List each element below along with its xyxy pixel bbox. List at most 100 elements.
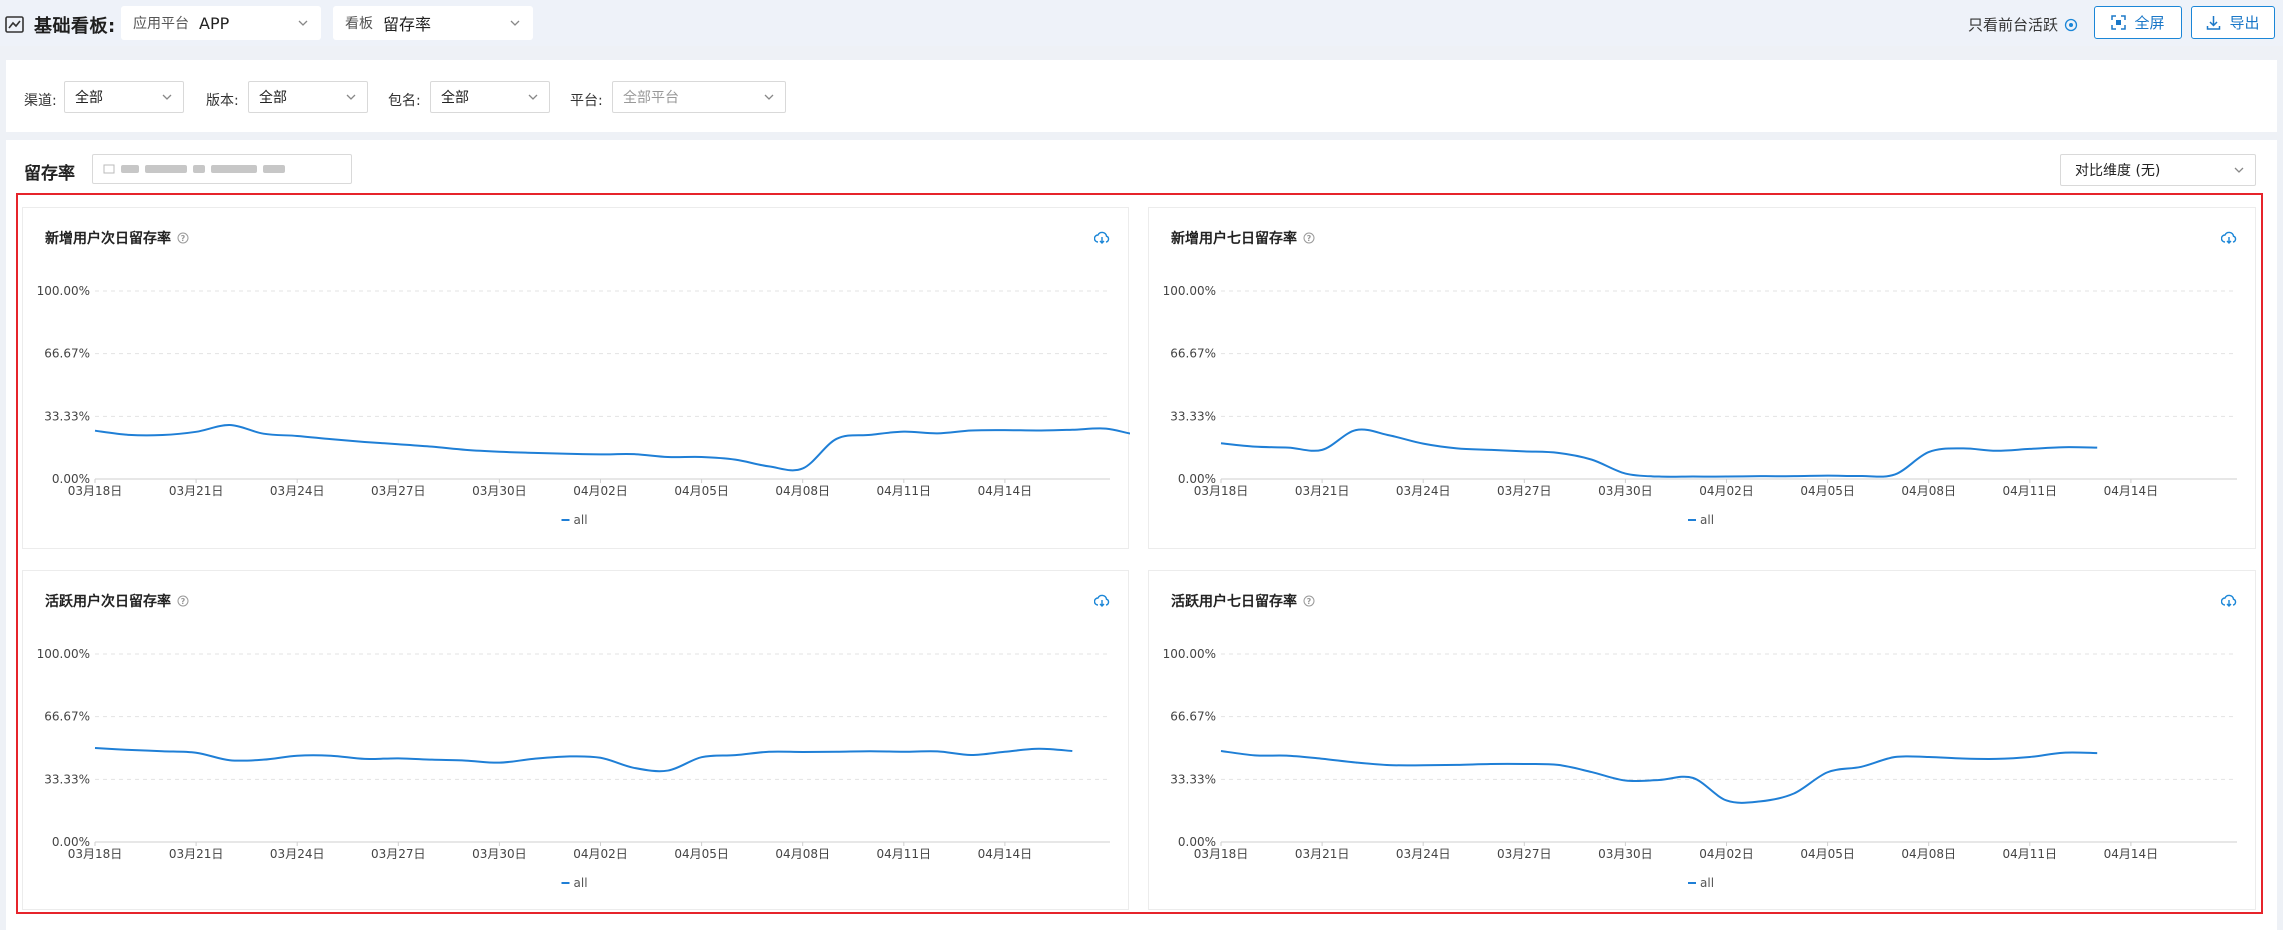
y-tick-label: 66.67% [44,710,90,724]
fullscreen-icon [2111,15,2127,30]
y-tick-label: 33.33% [1170,772,1216,786]
chevron-down-icon [2234,167,2244,173]
x-tick-label: 04月08日 [775,484,830,498]
y-tick-label: 100.00% [1163,284,1216,298]
series-line-all [94,747,1073,773]
x-tick-label: 04月02日 [573,847,628,861]
x-tick-label: 04月11日 [2003,484,2058,498]
blurred-text [121,165,139,173]
legend-label: all [1700,876,1714,890]
x-tick-label: 04月08日 [1901,484,1956,498]
x-tick-label: 04月08日 [775,847,830,861]
x-tick-label: 04月11日 [2003,847,2058,861]
blurred-app-selector[interactable] [92,154,352,184]
app-icon [103,164,115,174]
compare-dimension-select[interactable]: 对比维度 (无) [2060,154,2256,186]
only-active-label: 只看前台活跃 [1968,16,2059,34]
package-label: 包名: [388,93,421,109]
board-select[interactable]: 看板 留存率 [333,6,533,40]
y-tick-label: 33.33% [44,409,90,423]
x-tick-label: 04月11日 [877,847,932,861]
x-tick-label: 03月30日 [1598,847,1653,861]
toggle-circle-icon [2064,18,2078,31]
blurred-text [193,165,205,173]
chevron-down-icon [162,94,172,100]
chart-svg: 0.00%33.33%66.67%100.00%03月18日 03月21日 03月2… [1163,284,2237,527]
platform-select-value: APP [199,13,230,33]
x-tick-label: 04月05日 [674,484,729,498]
x-tick-label: 03月18日 [1194,847,1249,861]
legend-label: all [1700,513,1714,527]
series-line-all [94,424,1130,472]
x-tick-label: 03月21日 [169,484,224,498]
x-tick-label: 03月18日 [68,847,123,861]
legend-label: all [574,876,588,890]
version-select-value: 全部 [259,90,287,106]
x-tick-label: 04月14日 [978,847,1033,861]
x-tick-label: 03月27日 [371,847,426,861]
platform-filter-select[interactable]: 全部平台 [612,81,786,113]
fullscreen-button[interactable]: 全屏 [2094,6,2182,39]
x-tick-label: 04月05日 [1800,847,1855,861]
compare-dimension-value: 对比维度 (无) [2075,163,2161,179]
x-tick-label: 04月11日 [877,484,932,498]
board-select-value: 留存率 [383,15,432,34]
page-title-group: 基础看板: [4,12,116,38]
x-tick-label: 03月24日 [1396,484,1451,498]
series-line-all [1220,750,2098,804]
chart-card: 活跃用户七日留存率 ? 0.00% 33.33% 66.67% 100.00% 03月1… [1148,570,2256,910]
chart-card: 活跃用户次日留存率 ? 0.00% 33.33% 66.67% 100.00% 03月1… [22,570,1129,910]
package-select-value: 全部 [441,90,469,106]
platform-filter-value: 全部平台 [623,90,679,106]
channel-select[interactable]: 全部 [64,81,184,113]
platform-select[interactable]: 应用平台 APP [121,6,321,40]
line-chart-icon [5,16,24,33]
chart-svg: 0.00%33.33%66.67%100.00%03月18日 03月21日 03月2… [37,647,1110,890]
page-title: 基础看板: [34,16,116,37]
x-tick-label: 03月27日 [1497,484,1552,498]
chart-svg: 0.00%33.33%66.67%100.00%03月18日 03月21日 03月2… [1163,647,2237,890]
y-tick-label: 66.67% [44,347,90,361]
export-button[interactable]: 导出 [2191,6,2275,39]
x-tick-label: 04月02日 [1699,847,1754,861]
chart-card: 新增用户七日留存率 ? 0.00% 33.33% 66.67% 100.00% 03月1… [1148,207,2256,549]
y-tick-label: 33.33% [1170,409,1216,423]
blurred-text [263,165,285,173]
series-line-all [1220,428,2098,478]
platform-filter-label: 平台: [570,93,603,109]
x-tick-label: 03月24日 [270,484,325,498]
x-tick-label: 04月08日 [1901,847,1956,861]
x-tick-label: 04月14日 [978,484,1033,498]
x-tick-label: 04月05日 [1800,484,1855,498]
fullscreen-button-label: 全屏 [2134,14,2165,32]
chevron-down-icon [298,20,308,26]
version-label: 版本: [206,93,239,109]
only-active-toggle[interactable]: 只看前台活跃 [1968,14,2078,35]
x-tick-label: 03月18日 [68,484,123,498]
x-tick-label: 04月14日 [2104,847,2159,861]
chart-svg: 0.00%33.33%66.67%100.00%03月18日 03月21日 03月2… [37,284,1130,527]
x-tick-label: 04月14日 [2104,484,2159,498]
section-title: 留存率 [24,164,75,184]
y-tick-label: 100.00% [1163,647,1216,661]
version-select[interactable]: 全部 [248,81,368,113]
x-tick-label: 03月18日 [1194,484,1249,498]
y-tick-label: 33.33% [44,772,90,786]
x-tick-label: 04月05日 [674,847,729,861]
chevron-down-icon [346,94,356,100]
package-select[interactable]: 全部 [430,81,550,113]
chevron-down-icon [510,20,520,26]
board-select-label: 看板 [345,16,373,32]
x-tick-label: 03月30日 [472,847,527,861]
y-tick-label: 100.00% [37,647,90,661]
y-tick-label: 66.67% [1170,710,1216,724]
top-bar: 基础看板: 应用平台 APP 看板 留存率 只看前台活跃 全屏 导出 [0,0,2283,46]
download-icon [2207,16,2221,30]
legend-label: all [574,513,588,527]
x-tick-label: 03月30日 [472,484,527,498]
x-tick-label: 04月02日 [573,484,628,498]
chart-card: 新增用户次日留存率 ? 0.00% 33.33% 66.67% 100.00% 03月1… [22,207,1130,549]
x-tick-label: 03月21日 [1295,484,1350,498]
blurred-text [211,165,257,173]
x-tick-label: 03月27日 [371,484,426,498]
